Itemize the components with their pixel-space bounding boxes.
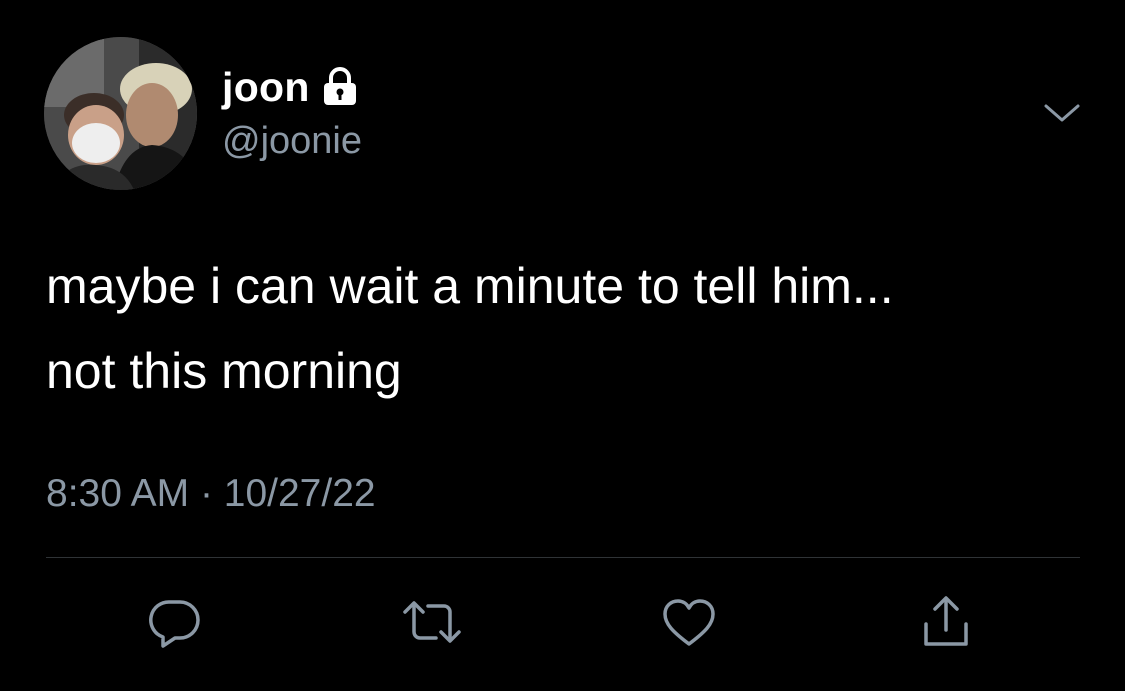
avatar[interactable] <box>44 37 197 190</box>
user-handle[interactable]: @joonie <box>222 120 362 163</box>
tweet-date[interactable]: 10/27/22 <box>224 472 376 515</box>
tweet-text-line: not this morning <box>46 343 402 399</box>
reply-button[interactable] <box>145 594 205 650</box>
tweet-text-line: maybe i can wait a minute to tell him... <box>46 258 894 314</box>
tweet-text: maybe i can wait a minute to tell him...… <box>46 244 1086 414</box>
tweet-time[interactable]: 8:30 AM <box>46 472 189 515</box>
tweet-meta: 8:30 AM · 10/27/22 <box>46 472 376 516</box>
tweet: joon @joonie maybe i can wait a minute t… <box>0 0 1125 691</box>
share-icon <box>924 596 968 646</box>
retweet-button[interactable] <box>402 594 462 650</box>
reply-icon <box>149 600 200 648</box>
like-button[interactable] <box>659 594 719 650</box>
display-name[interactable]: joon <box>222 64 310 111</box>
meta-separator: · <box>199 472 213 515</box>
chevron-down-icon[interactable] <box>1040 98 1084 128</box>
retweet-icon <box>403 601 461 643</box>
divider <box>46 557 1080 558</box>
share-button[interactable] <box>916 594 976 650</box>
heart-icon <box>663 599 715 646</box>
lock-icon <box>322 67 358 107</box>
author-name-row: joon <box>222 62 358 112</box>
avatar-image <box>44 37 197 190</box>
